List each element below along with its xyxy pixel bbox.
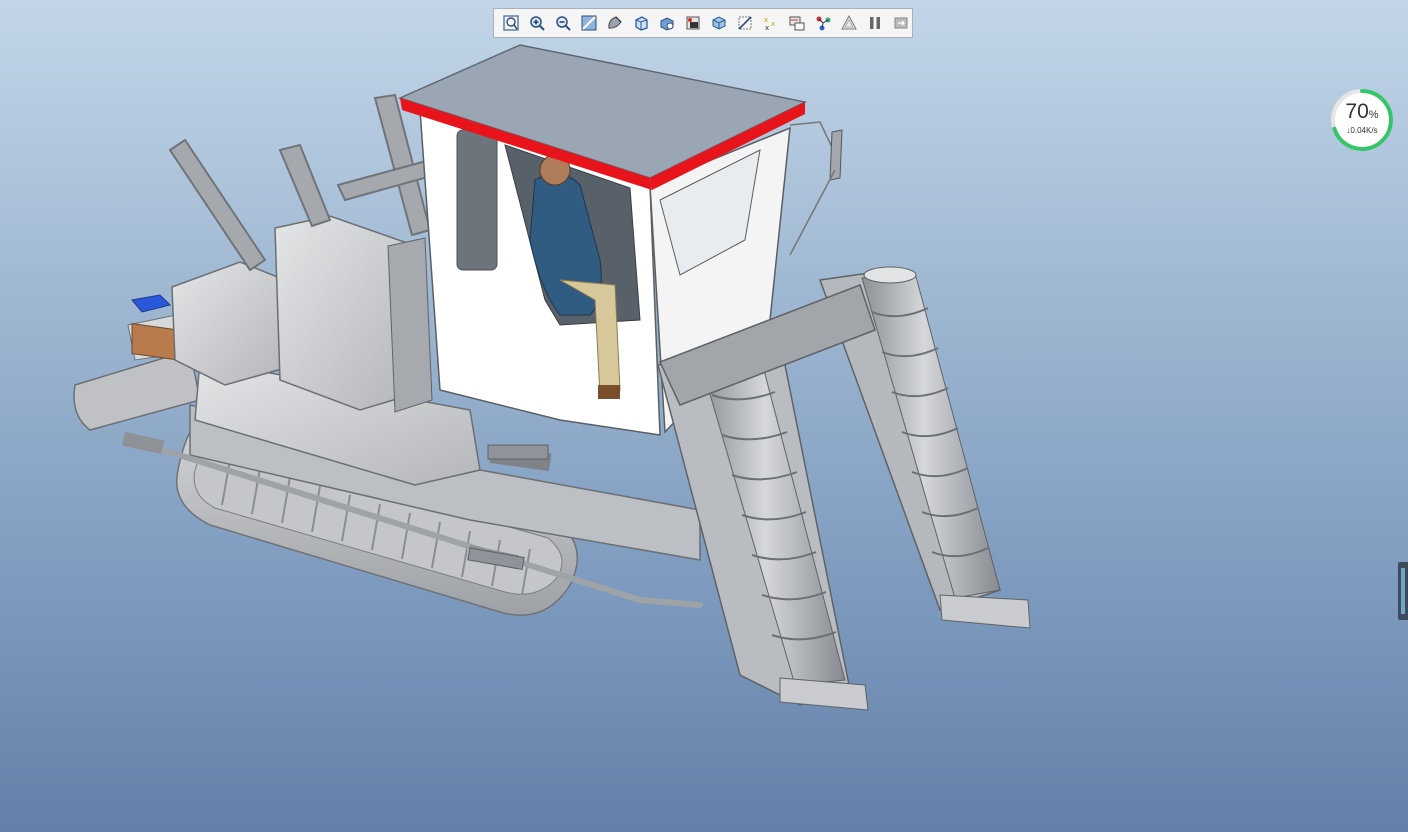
refit-view-icon[interactable]	[576, 10, 602, 36]
graphics-toolbar: xxx	[493, 8, 913, 38]
network-speed-widget[interactable]: 70% ↓0.04K/s	[1330, 88, 1394, 152]
shading-icon[interactable]	[602, 10, 628, 36]
saved-views-icon[interactable]	[628, 10, 654, 36]
view-manager-icon[interactable]	[654, 10, 680, 36]
coordinate-systems-icon[interactable]	[784, 10, 810, 36]
annotations-icon[interactable]	[810, 10, 836, 36]
regenerate-icon[interactable]	[888, 10, 914, 36]
svg-text:x: x	[771, 20, 775, 28]
side-panel-handle[interactable]	[1398, 562, 1408, 620]
svg-text:x: x	[764, 16, 768, 24]
zoom-in-icon[interactable]	[524, 10, 550, 36]
usage-percent: 70%	[1345, 100, 1379, 123]
display-style-icon[interactable]	[680, 10, 706, 36]
svg-text:x: x	[765, 24, 769, 32]
spin-center-icon[interactable]	[836, 10, 862, 36]
zoom-fit-icon[interactable]	[498, 10, 524, 36]
datum-axes-icon[interactable]	[732, 10, 758, 36]
datum-planes-icon[interactable]	[706, 10, 732, 36]
pause-icon[interactable]	[862, 10, 888, 36]
datum-points-icon[interactable]: xxx	[758, 10, 784, 36]
download-rate: ↓0.04K/s	[1346, 126, 1378, 135]
model-viewport[interactable]	[0, 0, 1408, 832]
zoom-out-icon[interactable]	[550, 10, 576, 36]
